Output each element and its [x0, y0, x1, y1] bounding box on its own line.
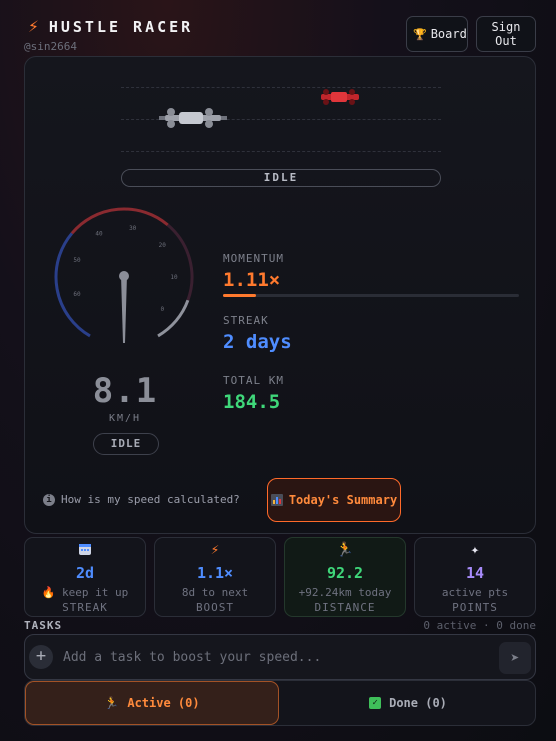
- brand: ⚡ HUSTLE RACER: [28, 16, 193, 37]
- app-header: ⚡ HUSTLE RACER @sin2664 🏆 Board Sign Out: [24, 12, 536, 56]
- streak-label: STREAK: [223, 314, 269, 327]
- card-sub: 8d to next: [181, 586, 249, 599]
- momentum-label: MOMENTUM: [223, 252, 284, 265]
- info-icon: i: [43, 493, 55, 506]
- momentum-bar: [223, 294, 519, 297]
- streak-card: 2d 🔥 keep it up STREAK: [24, 537, 146, 617]
- gauge-tick-label: 40: [95, 231, 103, 238]
- rival-car-icon: [321, 89, 359, 105]
- leaderboard-label: Board: [430, 27, 467, 41]
- todays-summary-label: Today's Summary: [288, 493, 398, 507]
- send-arrow-icon[interactable]: ➤: [499, 642, 531, 674]
- points-card: ✦ 14 active pts POINTS: [414, 537, 536, 617]
- gauge-tick-label: 50: [73, 257, 81, 264]
- task-input[interactable]: [63, 643, 483, 671]
- help-text: How is my speed calculated?: [61, 493, 240, 506]
- checkmark-icon: ✓: [369, 697, 382, 709]
- race-track: [121, 85, 441, 155]
- gauge-tick-label: 20: [159, 242, 167, 249]
- todays-summary-button[interactable]: Today's Summary: [267, 478, 401, 522]
- card-value: 2d: [75, 564, 95, 582]
- distance-card: 🏃 92.2 +92.24km today DISTANCE: [284, 537, 406, 617]
- runner-icon: 🏃: [336, 542, 354, 558]
- momentum-bar-fill: [223, 294, 256, 297]
- plus-icon[interactable]: +: [29, 645, 53, 669]
- tasks-count: 0 active · 0 done: [423, 619, 536, 632]
- tab-done-label: Done (0): [389, 696, 447, 710]
- streak-value: 2 days: [223, 331, 292, 353]
- card-value: 14: [465, 564, 485, 582]
- gauge-tick-label: 10: [170, 274, 178, 281]
- speed-status-badge: IDLE: [93, 433, 159, 455]
- gauge-tick-label: 60: [73, 291, 81, 298]
- tasks-heading: TASKS: [24, 619, 63, 632]
- total-km-label: TOTAL KM: [223, 374, 284, 387]
- boost-card: ⚡ 1.1× 8d to next BOOST: [154, 537, 276, 617]
- sign-out-button[interactable]: Sign Out: [476, 16, 536, 52]
- tab-done[interactable]: ✓ Done (0): [281, 681, 535, 725]
- speed-unit: KM/H: [108, 413, 142, 424]
- speed-help-link[interactable]: i How is my speed calculated?: [43, 493, 240, 506]
- lightning-bolt-icon: ⚡: [210, 542, 220, 558]
- card-sub: 🔥 keep it up: [41, 586, 129, 599]
- runner-icon: 🏃: [104, 696, 120, 710]
- app-title: HUSTLE RACER: [48, 17, 194, 36]
- total-km-value: 184.5: [223, 391, 281, 413]
- calendar-icon: [25, 542, 145, 560]
- speed-readout: 8.1: [92, 371, 158, 411]
- add-task-bar: + ➤: [24, 634, 536, 680]
- momentum-value: 1.11×: [223, 269, 281, 291]
- race-status: IDLE: [121, 169, 441, 187]
- card-value: 92.2: [326, 564, 364, 582]
- player-car-icon: [159, 108, 227, 128]
- track-lane: [121, 151, 441, 152]
- fire-icon: 🔥: [41, 586, 63, 599]
- tab-active[interactable]: 🏃 Active (0): [25, 681, 279, 725]
- card-value: 1.1×: [196, 564, 234, 582]
- card-sub: active pts: [441, 586, 509, 599]
- username: @sin2664: [24, 40, 77, 53]
- gauge-tick-label: 0: [160, 306, 164, 313]
- tab-active-label: Active (0): [127, 696, 200, 710]
- leaderboard-button[interactable]: 🏆 Board: [406, 16, 468, 52]
- card-sub: +92.24km today: [298, 586, 392, 599]
- race-panel: IDLE 0 10 20 30 40 50 60 8.1 KM/H IDLE MOMENTU…: [24, 56, 536, 534]
- card-label: STREAK: [62, 601, 108, 614]
- sparkle-icon: ✦: [470, 542, 480, 558]
- bar-chart-icon: [270, 494, 283, 506]
- card-label: BOOST: [195, 601, 235, 614]
- track-lane: [121, 87, 441, 88]
- gauge-tick-label: 30: [129, 225, 137, 232]
- lightning-bolt-icon: ⚡: [28, 16, 39, 37]
- stats-cards: 2d 🔥 keep it up STREAK ⚡ 1.1× 8d to next…: [24, 537, 536, 617]
- sign-out-label: Sign Out: [491, 20, 521, 48]
- card-label: DISTANCE: [314, 601, 376, 614]
- task-tabs: 🏃 Active (0) ✓ Done (0): [24, 680, 536, 726]
- speedometer-gauge: 0 10 20 30 40 50 60: [54, 207, 194, 343]
- card-label: POINTS: [452, 601, 498, 614]
- trophy-icon: 🏆: [413, 27, 427, 41]
